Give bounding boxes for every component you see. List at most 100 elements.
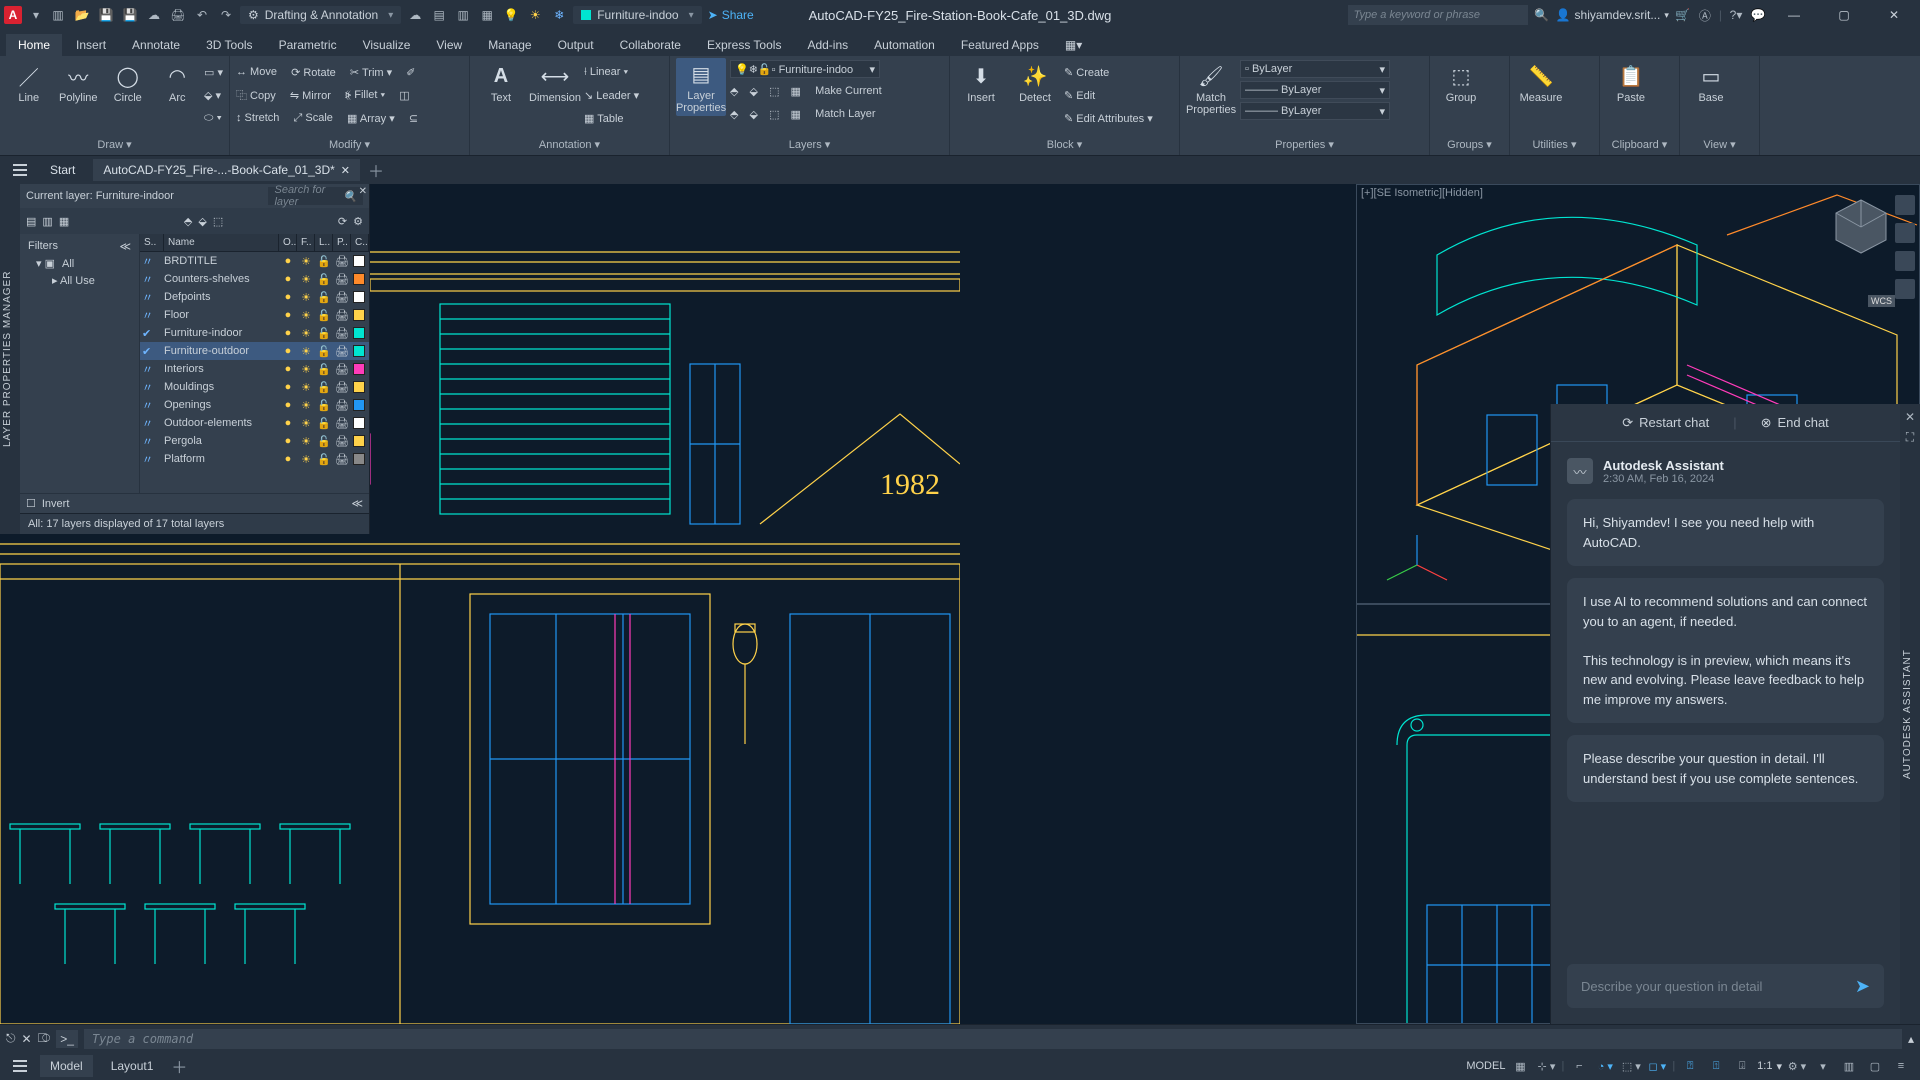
- tool-arc[interactable]: ◠Arc: [155, 58, 201, 104]
- assistant-close-icon[interactable]: ✕: [1902, 410, 1918, 426]
- osnap-icon[interactable]: ◻ ▾: [1646, 1055, 1668, 1077]
- layer-tool4[interactable]: ▦: [791, 85, 801, 98]
- tool-ellipse[interactable]: ⬭ ▾: [204, 108, 223, 128]
- layout-tab-model[interactable]: Model: [40, 1055, 93, 1077]
- file-tabs-menu-icon[interactable]: [8, 158, 32, 182]
- block-edit-attr[interactable]: ✎ Edit Attributes ▾: [1064, 108, 1153, 128]
- ortho-icon[interactable]: ⌐: [1568, 1055, 1590, 1077]
- grid-icon[interactable]: ▦: [1509, 1055, 1531, 1077]
- lineweight-dropdown[interactable]: ——— ByLayer▾: [1240, 81, 1390, 99]
- layer-row[interactable]: 〃Outdoor-elements●☀🔓🖨: [140, 414, 369, 432]
- assistant-expand-icon[interactable]: ⛶: [1902, 430, 1918, 446]
- layer-tool2[interactable]: ⬙: [750, 85, 758, 98]
- invert-filter[interactable]: Invert: [42, 498, 70, 510]
- linetype-dropdown[interactable]: ——— ByLayer▾: [1240, 102, 1390, 120]
- workspace-dropdown[interactable]: ⚙ Drafting & Annotation: [240, 6, 401, 24]
- layer-refresh-icon[interactable]: ⟳: [338, 215, 347, 228]
- tab-home[interactable]: Home: [6, 34, 62, 56]
- layer-row[interactable]: ✔Furniture-indoor●☀🔓🖨: [140, 324, 369, 342]
- tool-table[interactable]: ▦ Table: [584, 108, 639, 128]
- cmd-customize-icon[interactable]: ⎄: [38, 1031, 51, 1046]
- close-tab-icon[interactable]: ✕: [341, 164, 350, 177]
- tool-fillet[interactable]: ⦕ Fillet ▾: [345, 89, 385, 102]
- nav-bar[interactable]: [1895, 195, 1915, 299]
- tool-offset-icon[interactable]: ⊆: [409, 112, 418, 125]
- block-edit[interactable]: ✎ Edit: [1064, 85, 1153, 105]
- cmd-expand-icon[interactable]: ▴: [1908, 1032, 1914, 1046]
- layer-state-icon[interactable]: ▦: [59, 215, 69, 228]
- tab-start[interactable]: Start: [40, 159, 85, 181]
- tool-scale[interactable]: ⤢ Scale: [294, 112, 333, 125]
- tool-measure[interactable]: 📏Measure: [1516, 58, 1566, 104]
- tab-manage[interactable]: Manage: [476, 34, 543, 56]
- layer-row[interactable]: 〃Openings●☀🔓🖨: [140, 396, 369, 414]
- redo-icon[interactable]: ↷: [218, 7, 234, 23]
- cmd-history-icon[interactable]: ⎋: [6, 1031, 16, 1046]
- web-icon[interactable]: ☁: [146, 7, 162, 23]
- maximize-button[interactable]: ▢: [1822, 0, 1866, 30]
- tab-output[interactable]: Output: [546, 34, 606, 56]
- workspace-icon[interactable]: ▾: [1812, 1055, 1834, 1077]
- layer-row[interactable]: 〃Floor●☀🔓🖨: [140, 306, 369, 324]
- tool-stretch[interactable]: ↕ Stretch: [236, 112, 279, 124]
- layer-tool7[interactable]: ⬚: [769, 108, 779, 121]
- tool-insert[interactable]: ⬇Insert: [956, 58, 1006, 104]
- tab-visualize[interactable]: Visualize: [351, 34, 423, 56]
- minimize-button[interactable]: —: [1772, 0, 1816, 30]
- cmd-close-icon[interactable]: ✕: [22, 1032, 32, 1046]
- tool-layer-properties[interactable]: ▤Layer Properties: [676, 58, 726, 116]
- new-icon[interactable]: ▥: [50, 7, 66, 23]
- tool-copy[interactable]: ⿻ Copy: [236, 87, 276, 103]
- layer-row[interactable]: ✔Furniture-outdoor●☀🔓🖨: [140, 342, 369, 360]
- layer-quick-dropdown[interactable]: Furniture-indoo: [573, 6, 701, 24]
- tool-detect[interactable]: ✨Detect: [1010, 58, 1060, 104]
- layer-new-icon[interactable]: ▤: [26, 215, 36, 228]
- layer-make-current[interactable]: Make Current: [815, 85, 882, 97]
- filter-all-used[interactable]: ▸ All Use: [24, 272, 135, 289]
- tool-dimension[interactable]: ⟷Dimension: [530, 58, 580, 104]
- tab-view[interactable]: View: [424, 34, 474, 56]
- tool-group[interactable]: ⬚Group: [1436, 58, 1486, 104]
- layer-tool5[interactable]: ⬘: [730, 108, 738, 121]
- layer-panel-title[interactable]: LAYER PROPERTIES MANAGER: [0, 184, 20, 534]
- hardware-icon[interactable]: ▥: [1838, 1055, 1860, 1077]
- model-button[interactable]: MODEL: [1466, 1060, 1505, 1072]
- tab-automation[interactable]: Automation: [862, 34, 947, 56]
- new-tab-button[interactable]: ＋: [368, 158, 384, 182]
- scale-button[interactable]: 1:1: [1757, 1060, 1772, 1072]
- tool-polyline[interactable]: 〰Polyline: [56, 58, 102, 104]
- layer-current-dropdown[interactable]: 💡❄🔓▫ Furniture-indoo▾: [730, 60, 880, 78]
- comment-icon[interactable]: 💬: [1750, 7, 1766, 23]
- tab-extra-icon[interactable]: ▦▾: [1053, 34, 1094, 56]
- user-menu[interactable]: 👤 shiyamdev.srit...▾: [1556, 8, 1669, 22]
- tool-trim[interactable]: ✂ Trim ▾: [350, 66, 392, 79]
- help-icon[interactable]: ?▾: [1728, 7, 1744, 23]
- anno2-icon[interactable]: ⍐: [1705, 1055, 1727, 1077]
- tool-move[interactable]: ↔ Move: [236, 66, 277, 78]
- layer-tool1[interactable]: ⬘: [730, 85, 738, 98]
- tab-insert[interactable]: Insert: [64, 34, 118, 56]
- command-input[interactable]: Type a command: [84, 1029, 1902, 1049]
- bulb-icon[interactable]: 💡: [503, 7, 519, 23]
- cart-icon[interactable]: 🛒: [1675, 7, 1691, 23]
- undo-icon[interactable]: ↶: [194, 7, 210, 23]
- tool-hatch[interactable]: ⬙ ▾: [204, 85, 223, 105]
- tab-collaborate[interactable]: Collaborate: [608, 34, 693, 56]
- layout-menu-icon[interactable]: [8, 1054, 32, 1078]
- tool-circle[interactable]: ◯Circle: [105, 58, 151, 104]
- assistant-side-title[interactable]: AUTODESK ASSISTANT: [1900, 404, 1920, 1024]
- layer-delete-icon[interactable]: ▥: [42, 215, 52, 228]
- tab-expresstools[interactable]: Express Tools: [695, 34, 793, 56]
- layout-tab-layout1[interactable]: Layout1: [101, 1055, 164, 1077]
- tool-mirror[interactable]: ⇋ Mirror: [290, 89, 331, 102]
- iso-icon[interactable]: ⬚ ▾: [1620, 1055, 1642, 1077]
- cloud-icon[interactable]: ☁: [407, 7, 423, 23]
- filter-all[interactable]: All: [58, 258, 78, 270]
- tab-document[interactable]: AutoCAD-FY25_Fire-...-Book-Cafe_01_3D*✕: [93, 159, 360, 181]
- layer-row[interactable]: 〃Interiors●☀🔓🖨: [140, 360, 369, 378]
- block-create[interactable]: ✎ Create: [1064, 62, 1153, 82]
- tool-base[interactable]: ▭Base: [1686, 58, 1736, 104]
- app-switch-icon[interactable]: Ⓐ: [1697, 7, 1713, 23]
- tab-annotate[interactable]: Annotate: [120, 34, 192, 56]
- polar-icon[interactable]: ◔ ▾: [1594, 1055, 1616, 1077]
